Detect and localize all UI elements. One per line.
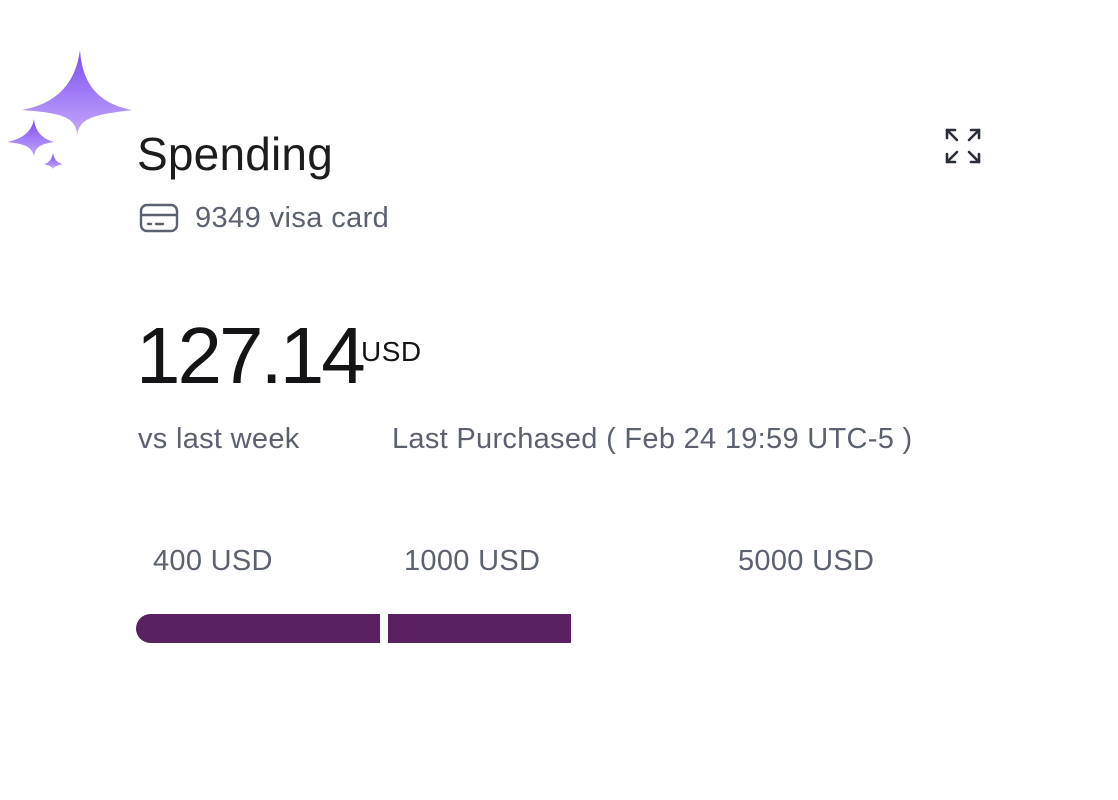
expand-icon	[945, 128, 981, 164]
currency-label: USD	[361, 336, 422, 367]
threshold-label: 5000 USD	[738, 545, 875, 577]
progress-segment	[136, 614, 380, 643]
expand-button[interactable]	[941, 124, 985, 168]
spending-widget: Spending 9349 visa card 127.14 USD vs la…	[0, 0, 1118, 800]
threshold-label: 400 USD	[153, 545, 273, 577]
last-purchased-label: Last Purchased ( Feb 24 19:59 UTC-5 )	[392, 423, 913, 455]
credit-card-icon	[139, 203, 179, 233]
progress-segment	[388, 614, 571, 643]
sparkle-icon	[7, 50, 132, 169]
comparison-label: vs last week	[138, 423, 300, 455]
widget-title: Spending	[137, 128, 333, 180]
threshold-label: 1000 USD	[404, 545, 541, 577]
card-label: 9349 visa card	[195, 201, 390, 234]
spending-amount: 127.14	[136, 311, 366, 400]
card-info: 9349 visa card	[139, 198, 389, 238]
